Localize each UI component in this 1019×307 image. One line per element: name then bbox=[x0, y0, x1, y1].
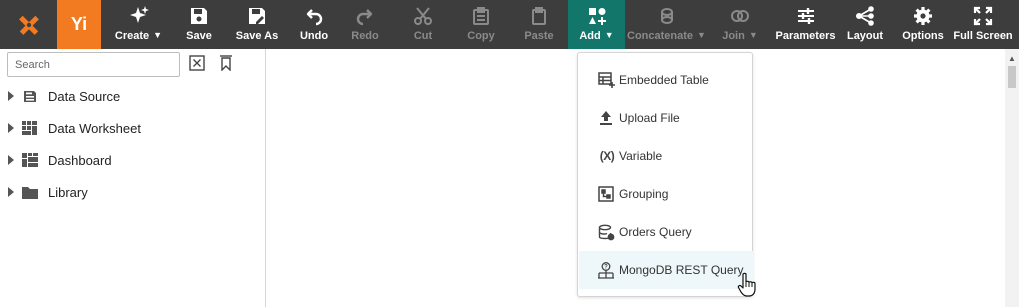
add-shapes-icon bbox=[587, 5, 607, 27]
menu-item-embedded-table[interactable]: Embedded Table bbox=[579, 61, 753, 99]
menu-item-label: Embedded Table bbox=[619, 73, 709, 87]
data-source-icon bbox=[20, 87, 40, 105]
concatenate-button[interactable]: Concatenate ▼ bbox=[625, 0, 708, 49]
chevron-down-icon: ▼ bbox=[153, 30, 163, 40]
concatenate-icon bbox=[657, 5, 677, 27]
menu-item-label: Orders Query bbox=[619, 225, 692, 239]
hand-pointer-cursor-icon bbox=[737, 272, 756, 297]
gear-icon bbox=[913, 5, 933, 27]
expand-arrow-icon[interactable] bbox=[0, 91, 20, 101]
brand-logo[interactable]: Yi bbox=[57, 0, 101, 49]
create-label: Create bbox=[114, 30, 150, 42]
paste-label: Paste bbox=[524, 30, 554, 42]
tree-item-library[interactable]: Library bbox=[0, 180, 265, 204]
join-button[interactable]: Join ▼ bbox=[708, 0, 772, 49]
data-worksheet-icon bbox=[20, 119, 40, 137]
tree-item-label: Dashboard bbox=[48, 152, 112, 168]
redo-icon bbox=[355, 5, 375, 27]
main-toolbar: Yi Create ▼ Save Save As Undo Redo Cut C… bbox=[0, 0, 1019, 49]
grouping-icon bbox=[597, 185, 615, 203]
tree-item-data-source[interactable]: Data Source bbox=[0, 84, 265, 108]
chevron-down-icon: ▼ bbox=[604, 30, 614, 40]
tree-item-label: Data Source bbox=[48, 88, 121, 104]
full-screen-button[interactable]: Full Screen bbox=[953, 0, 1013, 49]
join-label: Join bbox=[722, 30, 745, 42]
embedded-table-icon bbox=[597, 71, 615, 89]
paste-button[interactable]: Paste bbox=[510, 0, 568, 49]
join-icon bbox=[729, 5, 751, 27]
save-as-button[interactable]: Save As bbox=[222, 0, 292, 49]
menu-item-mongodb-rest-query[interactable]: ? MongoDB REST Query bbox=[579, 251, 753, 289]
copy-button[interactable]: Copy bbox=[452, 0, 510, 49]
pencil-ruler-logo-icon bbox=[18, 15, 39, 35]
save-as-label: Save As bbox=[235, 30, 279, 42]
clear-search-icon[interactable] bbox=[189, 55, 205, 71]
menu-item-label: Upload File bbox=[619, 111, 680, 125]
save-as-icon bbox=[247, 5, 267, 27]
add-menu: Embedded Table Upload File (X) Variable … bbox=[577, 52, 753, 297]
brand-logo-text: Yi bbox=[70, 14, 88, 34]
save-label: Save bbox=[186, 30, 212, 42]
upload-icon bbox=[597, 109, 615, 127]
folder-icon bbox=[20, 183, 40, 201]
undo-label: Undo bbox=[299, 30, 329, 42]
redo-button[interactable]: Redo bbox=[336, 0, 394, 49]
svg-text:?: ? bbox=[604, 264, 608, 270]
menu-item-label: Variable bbox=[619, 149, 663, 163]
expand-arrow-icon[interactable] bbox=[0, 187, 20, 197]
parameters-label: Parameters bbox=[775, 30, 836, 42]
parameters-button[interactable]: Parameters bbox=[772, 0, 839, 49]
menu-item-variable[interactable]: (X) Variable bbox=[579, 137, 753, 175]
options-button[interactable]: Options bbox=[891, 0, 955, 49]
menu-item-upload-file[interactable]: Upload File bbox=[579, 99, 753, 137]
cut-label: Cut bbox=[413, 30, 433, 42]
scrollbar-thumb[interactable] bbox=[1008, 66, 1016, 88]
sparkle-icon bbox=[128, 5, 150, 27]
expand-arrow-icon[interactable] bbox=[0, 123, 20, 133]
variable-icon: (X) bbox=[599, 149, 615, 163]
menu-item-label: Grouping bbox=[619, 187, 669, 201]
copy-label: Copy bbox=[467, 30, 495, 42]
add-button[interactable]: Add ▼ bbox=[568, 0, 625, 49]
undo-button[interactable]: Undo bbox=[292, 0, 336, 49]
menu-item-label: MongoDB REST Query bbox=[619, 263, 744, 277]
bookmark-icon[interactable] bbox=[218, 55, 234, 71]
expand-arrow-icon[interactable] bbox=[0, 155, 20, 165]
create-button[interactable]: Create ▼ bbox=[101, 0, 176, 49]
cut-button[interactable]: Cut bbox=[394, 0, 452, 49]
undo-icon bbox=[304, 5, 324, 27]
vertical-scrollbar[interactable]: ▲ bbox=[1005, 49, 1019, 307]
rest-query-icon: ? bbox=[597, 261, 615, 279]
add-label: Add bbox=[579, 30, 601, 42]
save-button[interactable]: Save bbox=[176, 0, 222, 49]
redo-label: Redo bbox=[351, 30, 379, 42]
options-label: Options bbox=[902, 30, 944, 42]
paste-icon bbox=[529, 5, 549, 27]
chevron-down-icon: ▼ bbox=[748, 30, 758, 40]
tree-item-data-worksheet[interactable]: Data Worksheet bbox=[0, 116, 265, 140]
menu-item-grouping[interactable]: Grouping bbox=[579, 175, 753, 213]
app-logo[interactable] bbox=[0, 0, 57, 49]
menu-item-orders-query[interactable]: ? Orders Query bbox=[579, 213, 753, 251]
tree-item-label: Data Worksheet bbox=[48, 120, 141, 136]
copy-icon bbox=[471, 5, 491, 27]
database-query-icon: ? bbox=[597, 223, 615, 241]
layout-label: Layout bbox=[846, 30, 884, 42]
concatenate-label: Concatenate bbox=[627, 30, 694, 42]
cut-icon bbox=[413, 5, 433, 27]
sliders-icon bbox=[796, 5, 816, 27]
asset-tree-panel: Data Source Data Worksheet Dashboard Lib… bbox=[0, 49, 266, 307]
layout-icon bbox=[855, 5, 875, 27]
fullscreen-icon bbox=[973, 5, 993, 27]
full-screen-label: Full Screen bbox=[953, 30, 1013, 42]
tree-item-dashboard[interactable]: Dashboard bbox=[0, 148, 265, 172]
scroll-up-icon[interactable]: ▲ bbox=[1008, 54, 1016, 63]
chevron-down-icon: ▼ bbox=[697, 30, 706, 40]
save-icon bbox=[189, 5, 209, 27]
dashboard-icon bbox=[20, 151, 40, 169]
search-input[interactable] bbox=[7, 52, 180, 77]
tree-item-label: Library bbox=[48, 184, 88, 200]
layout-button[interactable]: Layout bbox=[839, 0, 891, 49]
